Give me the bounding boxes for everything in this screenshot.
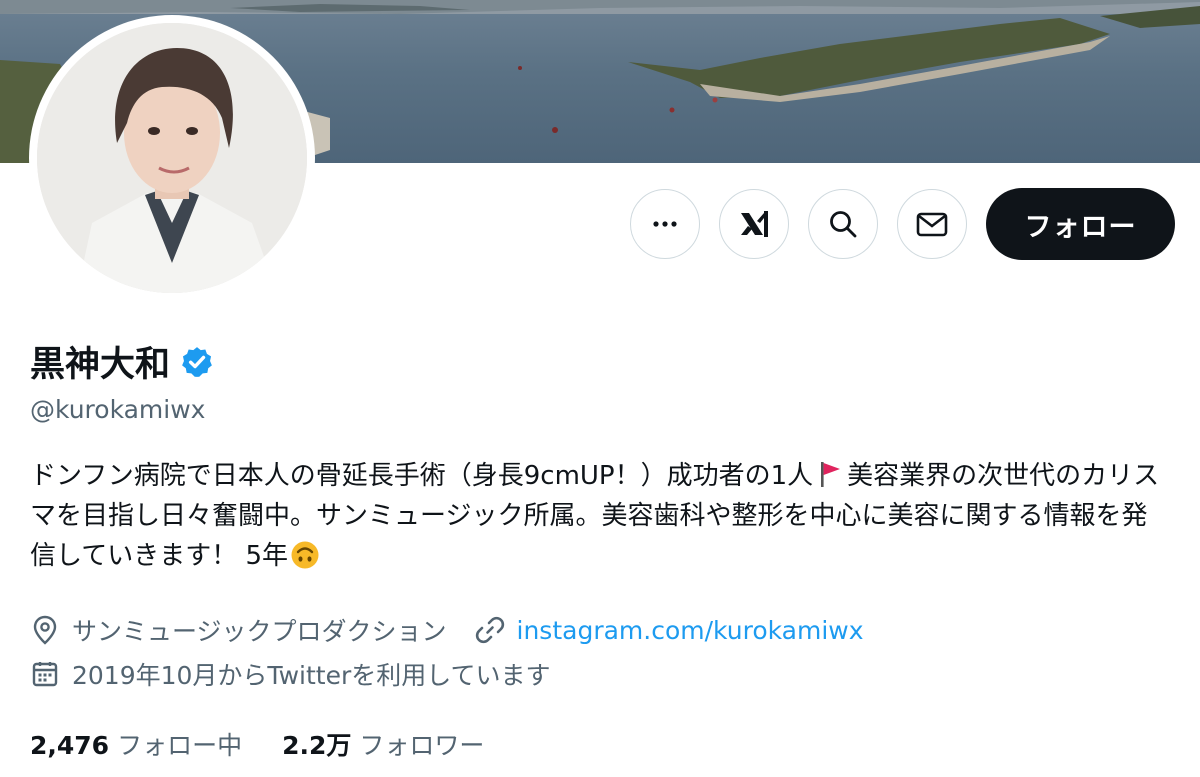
red-flag-icon <box>821 462 841 487</box>
profile-bio: ドンフン病院で日本人の骨延長手術（身長9cmUP！）成功者の1人 美容業界の次世代… <box>30 456 1170 576</box>
profile-meta-row: サンミュージックプロダクション instagram.com/kurokamiwx <box>30 612 864 648</box>
verified-badge-icon[interactable] <box>180 345 214 379</box>
profile-joined-date: 2019年10月からTwitterを利用しています <box>72 661 551 690</box>
profile-handle: @kurokamiwx <box>30 395 206 424</box>
profile-name: 黒神大和 <box>30 345 171 385</box>
profile-location: サンミュージックプロダクション <box>72 617 447 646</box>
grok-button[interactable] <box>719 189 789 259</box>
more-icon <box>653 221 677 227</box>
following-count[interactable]: 2,476 <box>30 731 109 760</box>
follow-button[interactable]: フォロー <box>986 188 1175 260</box>
message-button[interactable] <box>897 189 967 259</box>
profile-actions: フォロー <box>630 188 1175 260</box>
profile-avatar[interactable] <box>29 15 315 301</box>
following-label[interactable]: フォロー中 <box>117 726 242 762</box>
search-icon <box>830 211 857 238</box>
profile-name-row: 黒神大和 <box>30 336 214 387</box>
profile-stats: 2,476 フォロー中 2.2万 フォロワー <box>30 726 524 762</box>
avatar-photo <box>37 23 307 293</box>
calendar-icon <box>30 659 60 689</box>
followers-label[interactable]: フォロワー <box>359 726 484 762</box>
profile-joined-row: 2019年10月からTwitterを利用しています <box>30 656 550 692</box>
location-icon <box>30 615 60 645</box>
search-button[interactable] <box>808 189 878 259</box>
grok-icon <box>741 211 768 237</box>
more-button[interactable] <box>630 189 700 259</box>
followers-count[interactable]: 2.2万 <box>282 726 351 762</box>
bio-text-part1: ドンフン病院で日本人の骨延長手術（身長9cmUP！）成功者の1人 <box>30 461 814 491</box>
upside-down-face-icon <box>291 541 319 569</box>
mail-icon <box>916 212 948 237</box>
link-icon <box>475 615 505 645</box>
profile-website-link[interactable]: instagram.com/kurokamiwx <box>517 616 864 645</box>
